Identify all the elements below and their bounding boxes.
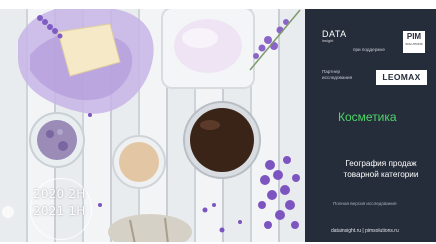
website-links[interactable]: datainsight.ru | pimsolutions.ru xyxy=(331,228,399,234)
period-2020-2h: 2020 2H xyxy=(33,187,86,201)
bath-bundle xyxy=(108,214,192,244)
report-cover-banner: 2020 2H 2021 1H DATA insight при поддерж… xyxy=(0,0,436,244)
report-title: География продаж товарной категории xyxy=(343,159,419,179)
cosmetics-photo: 2020 2H 2021 1H xyxy=(0,0,305,244)
lavender-sprig-top-right xyxy=(253,19,289,59)
top-margin xyxy=(0,0,436,9)
cream-highlight xyxy=(182,28,218,48)
leomax-logo: LEOMAX xyxy=(376,70,427,85)
datainsight-logo: DATA insight xyxy=(322,29,347,44)
period-badge: 2020 2H 2021 1H xyxy=(33,186,85,220)
lavender-stem xyxy=(249,9,301,71)
info-panel: DATA insight при поддержке PIM SOLUTIONS… xyxy=(305,9,436,242)
period-2021-1h: 2021 1H xyxy=(33,204,86,218)
honey xyxy=(190,108,254,172)
full-version-link[interactable]: Полная версия исследования xyxy=(333,201,396,206)
light-flare xyxy=(2,206,14,218)
category-title: Косметика xyxy=(338,110,397,124)
dried-lavender xyxy=(37,120,77,160)
clay-mask xyxy=(119,142,159,182)
support-label: при поддержке xyxy=(353,47,385,52)
lavender-bunch-bottom-right xyxy=(258,156,300,229)
partner-label: Партнер исследования xyxy=(322,69,353,80)
pim-solutions-logo: PIM SOLUTIONS xyxy=(403,31,425,53)
